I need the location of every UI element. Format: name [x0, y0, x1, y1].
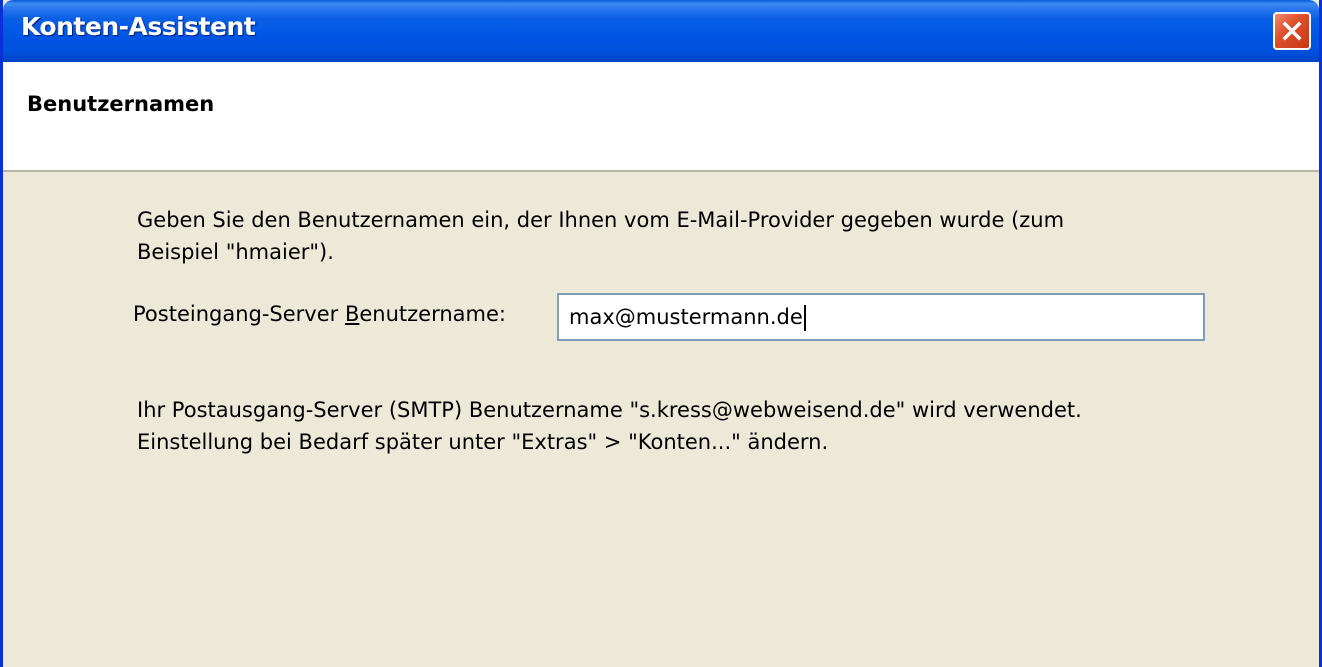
username-label-suffix: enutzername: — [359, 302, 507, 326]
username-label-prefix: Posteingang-Server — [133, 302, 345, 326]
wizard-window: Konten-Assistent Benutzernamen Geben Sie… — [0, 0, 1322, 667]
page-title: Benutzernamen — [27, 92, 215, 116]
title-bar[interactable]: Konten-Assistent — [3, 0, 1319, 62]
intro-line-2: Beispiel "hmaier"). — [137, 240, 334, 264]
incoming-username-input[interactable]: max@mustermann.de — [557, 293, 1205, 341]
wizard-content: Geben Sie den Benutzernamen ein, der Ihn… — [3, 172, 1319, 667]
outgoing-info-text: Ihr Postausgang-Server (SMTP) Benutzerna… — [137, 394, 1082, 458]
outgoing-line-1: Ihr Postausgang-Server (SMTP) Benutzerna… — [137, 398, 1082, 422]
close-icon — [1282, 21, 1302, 41]
text-caret — [803, 305, 806, 331]
close-button[interactable] — [1273, 12, 1311, 50]
outgoing-line-2: Einstellung bei Bedarf später unter "Ext… — [137, 430, 829, 454]
username-label-accelerator: B — [344, 302, 360, 326]
intro-line-1: Geben Sie den Benutzernamen ein, der Ihn… — [137, 208, 1065, 232]
incoming-username-value: max@mustermann.de — [569, 305, 803, 329]
wizard-header: Benutzernamen — [3, 62, 1319, 172]
intro-text: Geben Sie den Benutzernamen ein, der Ihn… — [137, 204, 1064, 268]
window-title: Konten-Assistent — [21, 12, 256, 41]
username-field-label: Posteingang-Server Benutzername: — [133, 302, 506, 326]
